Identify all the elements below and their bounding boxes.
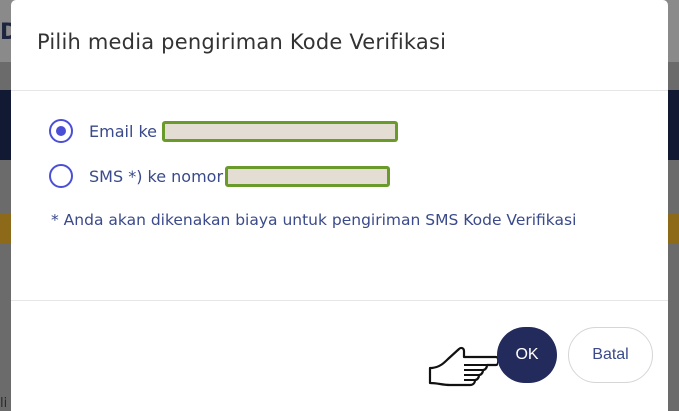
dialog-header: Pilih media pengiriman Kode Verifikasi: [11, 0, 668, 91]
dialog-body: Email ke SMS *) ke nomor * Anda akan dik…: [11, 91, 668, 301]
sms-option-label: SMS *) ke nomor: [89, 166, 224, 186]
verification-media-dialog: Pilih media pengiriman Kode Verifikasi E…: [11, 0, 668, 411]
ok-button[interactable]: OK: [497, 327, 557, 383]
email-radio[interactable]: [49, 119, 73, 143]
cancel-button[interactable]: Batal: [568, 327, 653, 383]
dialog-title: Pilih media pengiriman Kode Verifikasi: [37, 30, 447, 54]
email-option-label: Email ke: [89, 121, 158, 141]
redacted-phone-value: [225, 165, 391, 187]
radio-selected-dot: [56, 126, 66, 136]
option-email[interactable]: Email ke: [49, 118, 399, 144]
sms-radio[interactable]: [49, 164, 73, 188]
sms-fee-note: * Anda akan dikenakan biaya untuk pengir…: [51, 211, 577, 229]
backdrop-bottom-text: li: [0, 396, 8, 411]
option-sms[interactable]: SMS *) ke nomor: [49, 163, 391, 189]
pointing-hand-icon: [428, 346, 498, 387]
redacted-email-value: [162, 120, 399, 142]
dialog-footer: OK Batal: [11, 301, 668, 411]
